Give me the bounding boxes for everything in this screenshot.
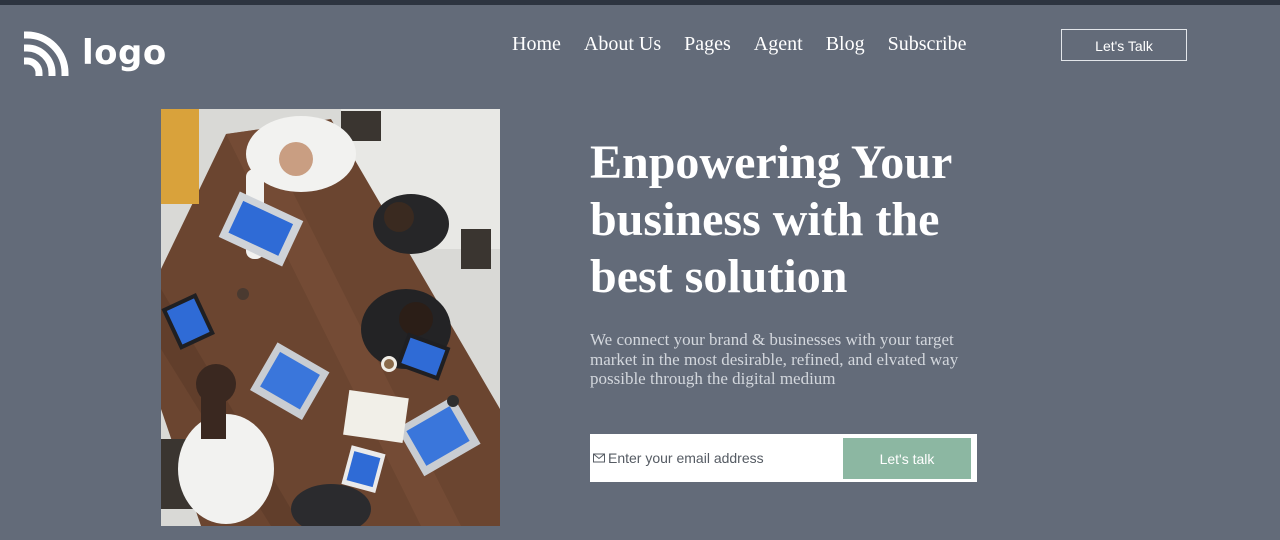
logo-icon: [24, 31, 69, 76]
hero-title: Enpowering Your business with the best s…: [590, 136, 952, 303]
top-strip: [0, 0, 1280, 5]
nav-subscribe[interactable]: Subscribe: [888, 30, 967, 58]
email-field[interactable]: [608, 446, 828, 470]
main-nav: Home About Us Pages Agent Blog Subscribe: [512, 30, 989, 58]
lets-talk-submit-button[interactable]: Let's talk: [843, 438, 971, 479]
nav-home[interactable]: Home: [512, 30, 561, 58]
nav-about-us[interactable]: About Us: [584, 30, 661, 58]
team-meeting-photo: [161, 109, 500, 526]
hero-subtitle: We connect your brand & businesses with …: [590, 330, 959, 388]
nav-blog[interactable]: Blog: [826, 30, 865, 58]
logo-text: logo: [82, 33, 167, 73]
nav-pages[interactable]: Pages: [684, 30, 731, 58]
site-logo[interactable]: logo: [24, 30, 167, 76]
email-signup-form: Let's talk: [590, 434, 977, 482]
nav-agent[interactable]: Agent: [754, 30, 803, 58]
mail-icon: [593, 453, 605, 463]
lets-talk-header-button[interactable]: Let's Talk: [1061, 29, 1187, 61]
